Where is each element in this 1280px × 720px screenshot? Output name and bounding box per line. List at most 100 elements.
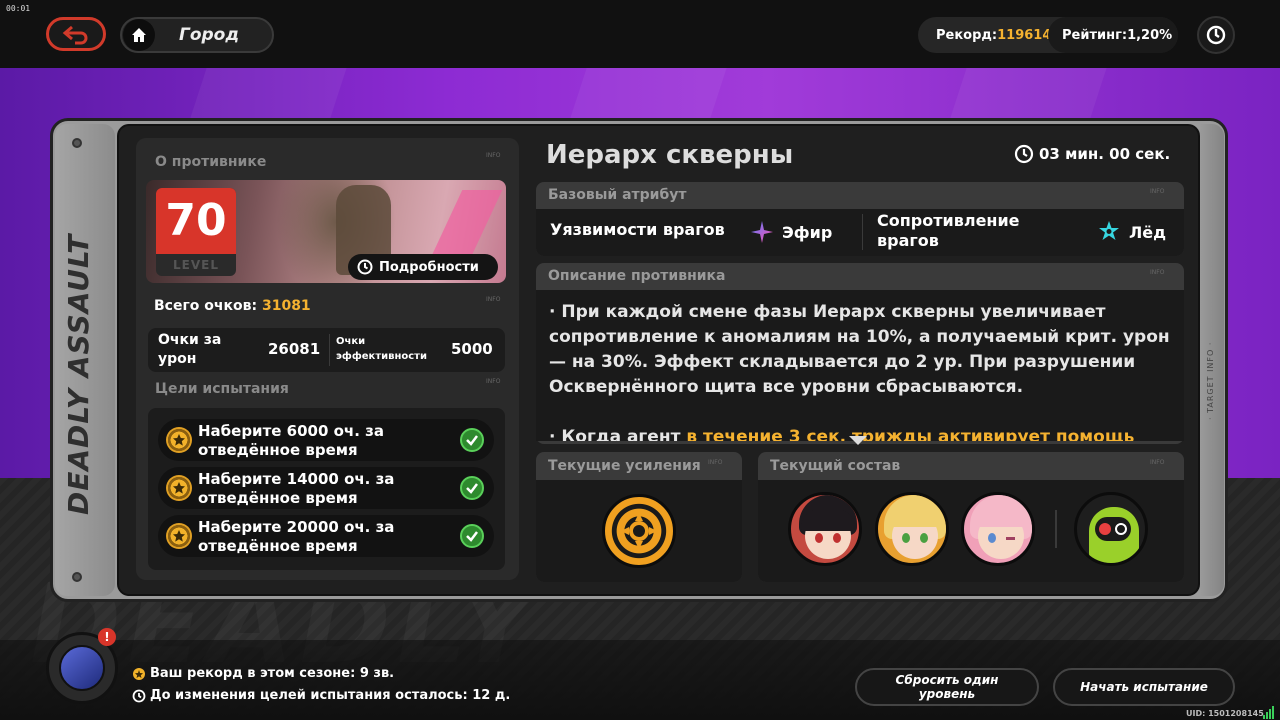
scroll-down-indicator[interactable] xyxy=(849,436,867,445)
avatar-eye xyxy=(815,533,823,543)
level-badge: 70 LEVEL xyxy=(156,188,236,276)
timer-value: 03 мин. 00 сек. xyxy=(1039,145,1171,163)
avatar-eye xyxy=(833,533,841,543)
check-icon xyxy=(460,524,484,548)
info-tag: INFO xyxy=(1150,188,1165,195)
weakness-element: Эфир xyxy=(782,222,833,242)
bangboo-avatar[interactable] xyxy=(1074,492,1148,566)
divider xyxy=(862,214,863,250)
bolt xyxy=(72,138,82,148)
goal-item: Наберите 20000 оч. за отведённое время xyxy=(158,515,494,557)
reset-level-button[interactable]: Сбросить один уровень xyxy=(855,668,1039,706)
alert-badge: ! xyxy=(98,628,116,646)
location-button[interactable]: Город xyxy=(120,17,274,53)
goal-text: Наберите 14000 оч. за отведённое время xyxy=(198,470,395,507)
record-value: 119614 xyxy=(997,27,1052,43)
reset-level-label: Сбросить один уровень xyxy=(895,673,999,701)
score-breakdown: Очки за урон 26081 Очки эффективности 50… xyxy=(148,328,505,372)
efficiency-score-value: 5000 xyxy=(451,340,493,358)
level-label: LEVEL xyxy=(173,258,219,272)
details-label: Подробности xyxy=(379,259,479,275)
mode-title: DEADLY ASSAULT xyxy=(62,233,95,515)
avatar-wink xyxy=(1006,537,1015,540)
divider xyxy=(1055,510,1057,548)
medal-icon xyxy=(166,475,192,501)
total-score: Всего очков: 31081 xyxy=(154,298,311,314)
resistance-element: Лёд xyxy=(1129,222,1167,242)
info-tag: INFO xyxy=(1150,269,1165,276)
power-icon xyxy=(1206,25,1226,45)
description-title: Описание противника xyxy=(548,268,726,284)
avatar-eye xyxy=(902,533,910,543)
avatar-bangs xyxy=(888,507,942,527)
avatar-eye xyxy=(920,533,928,543)
start-challenge-label: Начать испытание xyxy=(1080,680,1208,694)
check-icon xyxy=(460,428,484,452)
uid-label: UID: 1501208145 xyxy=(1186,709,1264,718)
time-limit: 03 мин. 00 сек. xyxy=(1014,144,1170,164)
stats-pill: Рекорд:119614 Рейтинг: 1,20% xyxy=(918,17,1178,53)
agent-avatar[interactable] xyxy=(788,492,862,566)
back-button[interactable] xyxy=(46,17,106,51)
buff-emblem-glyph xyxy=(621,513,657,549)
agent-avatar[interactable] xyxy=(875,492,949,566)
exit-button[interactable] xyxy=(1197,16,1235,54)
rating-label: Рейтинг: xyxy=(1062,27,1128,43)
home-icon-wrap xyxy=(123,19,155,51)
buff-emblem-icon[interactable] xyxy=(602,494,676,568)
info-tag: INFO xyxy=(1150,459,1165,466)
weakness-label: Уязвимости врагов xyxy=(550,220,725,239)
bolt xyxy=(72,572,82,582)
record-label: Рекорд: xyxy=(936,27,998,43)
ether-star-icon xyxy=(751,221,773,243)
goals-change-text: До изменения целей испытания осталось: 1… xyxy=(150,688,511,703)
bangboo-eye xyxy=(1099,523,1111,535)
info-tag: INFO xyxy=(486,152,501,159)
details-button[interactable]: Подробности xyxy=(348,254,498,280)
clock-icon xyxy=(132,689,146,702)
goals-title: Цели испытания xyxy=(155,381,289,397)
divider xyxy=(329,334,330,366)
start-challenge-button[interactable]: Начать испытание xyxy=(1053,668,1235,706)
ice-star-icon xyxy=(1099,221,1119,240)
goal-text: Наберите 20000 оч. за отведённое время xyxy=(198,518,395,555)
clock-icon xyxy=(1014,144,1034,164)
check-icon xyxy=(460,476,484,500)
resistance-label: Сопротивление врагов xyxy=(877,211,1020,250)
enemy-art xyxy=(429,190,503,260)
agent-avatar[interactable] xyxy=(961,492,1035,566)
medal-icon xyxy=(166,427,192,453)
info-tag: INFO xyxy=(486,378,501,385)
signal-icon xyxy=(1263,706,1274,719)
level-number: 70 xyxy=(156,188,236,254)
damage-score-label: Очки за урон xyxy=(158,332,222,367)
enemy-section-title: О противнике xyxy=(155,154,267,170)
goal-text: Наберите 6000 оч. за отведённое время xyxy=(198,422,384,459)
bangboo-eye xyxy=(1115,523,1127,535)
location-label: Город xyxy=(179,25,240,45)
info-tag: INFO xyxy=(708,459,723,466)
medal-icon xyxy=(166,523,192,549)
damage-score-value: 26081 xyxy=(268,340,321,358)
record-stat: Рекорд:119614 xyxy=(918,27,1052,43)
total-score-value: 31081 xyxy=(261,298,311,314)
target-info-label: · TARGET INFO · xyxy=(1206,341,1215,420)
avatar-bangs xyxy=(974,507,1028,527)
buffs-title: Текущие усиления xyxy=(548,458,701,474)
total-score-label: Всего очков: xyxy=(154,298,258,314)
rating-stat: Рейтинг: 1,20% xyxy=(1048,17,1178,53)
season-star-icon xyxy=(133,667,145,680)
resistance-value: Лёд xyxy=(1097,220,1166,244)
attribute-title: Базовый атрибут xyxy=(548,187,687,203)
weakness-value: Эфир xyxy=(750,220,832,244)
season-record: Ваш рекорд в этом сезоне: 9 зв. xyxy=(132,666,394,681)
description-text: · При каждой смене фазы Иерарх скверны у… xyxy=(549,302,1170,397)
efficiency-score-label: Очки эффективности xyxy=(336,336,427,362)
goal-item: Наберите 14000 оч. за отведённое время xyxy=(158,467,494,509)
boss-name: Иерарх скверны xyxy=(546,140,794,170)
fps-counter: 00:01 xyxy=(6,4,31,13)
season-badge-emblem xyxy=(59,645,105,691)
season-record-text: Ваш рекорд в этом сезоне: 9 зв. xyxy=(150,666,395,681)
rating-value: 1,20% xyxy=(1127,27,1173,43)
info-tag: INFO xyxy=(486,296,501,303)
